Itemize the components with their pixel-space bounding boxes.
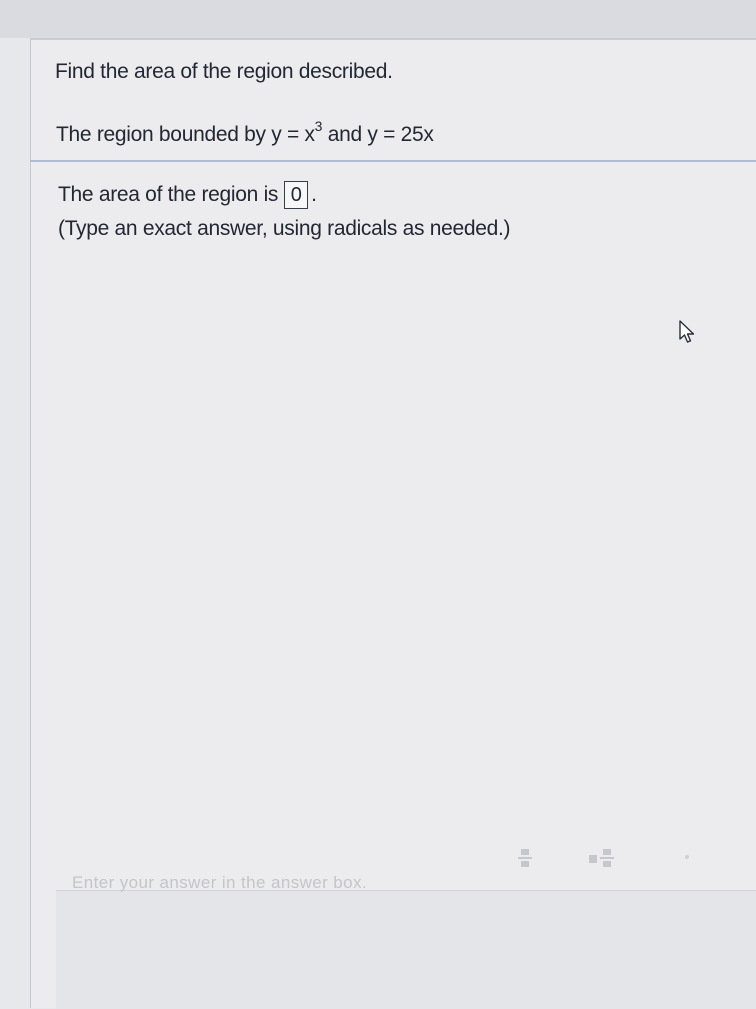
window-top-band bbox=[0, 0, 756, 38]
answer-line: The area of the region is 0 . bbox=[58, 181, 317, 209]
region-exponent: 3 bbox=[314, 118, 323, 134]
region-suffix: and y = 25x bbox=[322, 123, 434, 146]
mouse-pointer-icon bbox=[679, 320, 695, 343]
answer-period: . bbox=[311, 183, 317, 206]
answer-prompt: The area of the region is bbox=[58, 183, 279, 206]
bottom-bar bbox=[56, 890, 756, 1009]
region-description: The region bounded by y = x3 and y = 25x bbox=[56, 118, 434, 147]
answer-input-box[interactable]: 0 bbox=[284, 181, 309, 209]
region-prefix: The region bounded by y = x bbox=[56, 123, 315, 146]
fraction-icon[interactable] bbox=[518, 848, 532, 868]
question-title: Find the area of the region described. bbox=[55, 60, 393, 83]
panel-top-rule bbox=[30, 38, 756, 40]
answer-hint: (Type an exact answer, using radicals as… bbox=[58, 217, 511, 240]
status-message: Enter your answer in the answer box. bbox=[72, 873, 368, 892]
more-icon[interactable] bbox=[682, 852, 692, 862]
question-divider bbox=[30, 160, 756, 162]
mixed-number-icon[interactable] bbox=[588, 848, 620, 868]
